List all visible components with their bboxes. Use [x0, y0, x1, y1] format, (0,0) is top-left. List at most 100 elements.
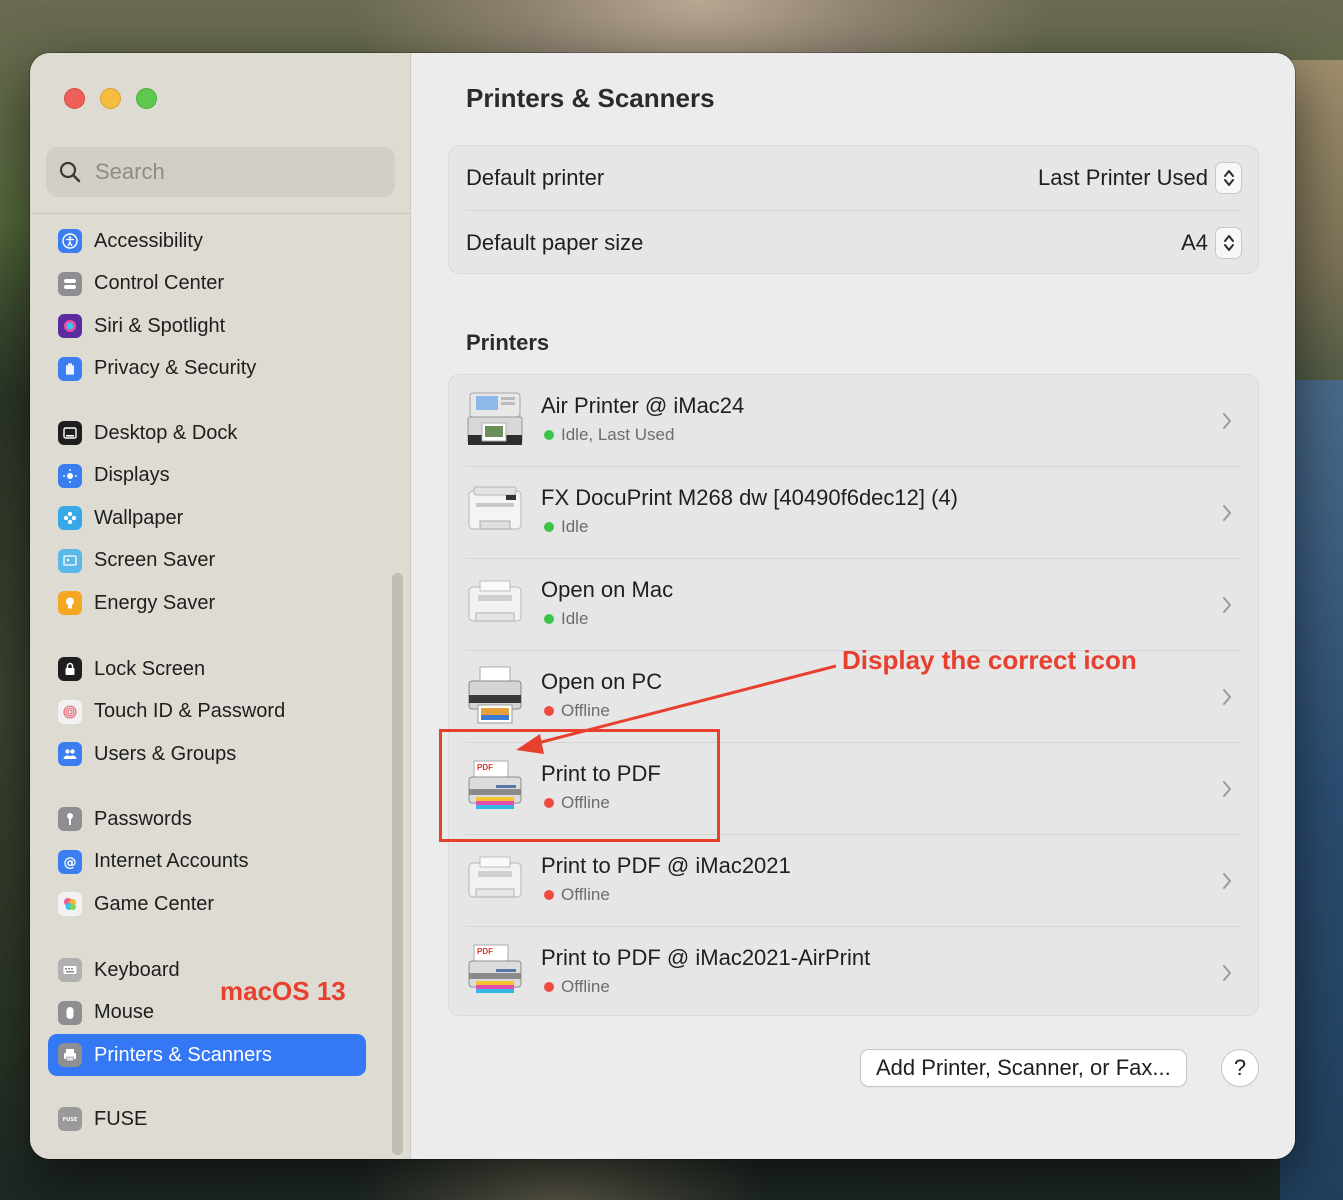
chevron-right-icon[interactable]	[1221, 595, 1233, 615]
printer-row[interactable]: Print to PDF @ iMac2021 Offline	[466, 835, 1241, 927]
sidebar-item-desktop-dock[interactable]: Desktop & Dock	[48, 412, 366, 454]
printer-status-text: Idle	[561, 609, 589, 628]
default-paper-size-value: A4	[1181, 230, 1208, 255]
sidebar-item-label: FUSE	[94, 1107, 148, 1130]
chevron-right-icon[interactable]	[1221, 687, 1233, 707]
status-dot-icon	[544, 982, 554, 992]
printer-status: Idle	[544, 517, 588, 537]
fuse-icon: FUSE	[58, 1107, 82, 1131]
default-paper-size-row[interactable]: Default paper size A4	[466, 211, 1241, 275]
sidebar: Search Accessibility Control Center Siri &…	[30, 53, 411, 1159]
sidebar-item-siri-spotlight[interactable]: Siri & Spotlight	[48, 305, 366, 347]
hand-icon	[58, 356, 82, 381]
sidebar-item-internet-accounts[interactable]: @ Internet Accounts	[48, 841, 366, 883]
minimize-button[interactable]	[100, 88, 121, 109]
multifunction-printer-icon	[466, 389, 524, 449]
chevron-updown-icon	[1223, 235, 1234, 251]
sidebar-item-fuse[interactable]: FUSE FUSE	[48, 1098, 366, 1140]
chevron-right-icon[interactable]	[1221, 503, 1233, 523]
photo-printer-icon	[466, 665, 524, 725]
screen-saver-icon	[58, 548, 82, 573]
printer-status: Offline	[544, 977, 610, 997]
status-dot-icon	[544, 522, 554, 532]
sidebar-item-touch-id-password[interactable]: Touch ID & Password	[48, 691, 366, 733]
sidebar-item-screen-saver[interactable]: Screen Saver	[48, 540, 366, 582]
svg-text:@: @	[64, 855, 77, 870]
sidebar-item-accessibility[interactable]: Accessibility	[48, 220, 366, 262]
printer-status-text: Idle	[561, 517, 589, 536]
printer-status-text: Offline	[561, 885, 610, 904]
window-controls	[64, 88, 157, 109]
sidebar-item-label: Screen Saver	[94, 549, 216, 571]
sidebar-item-printers-scanners[interactable]: Printers & Scanners	[48, 1034, 366, 1076]
printer-status-text: Idle, Last Used	[561, 425, 675, 444]
printer-row[interactable]: PDF Print to PDF @ iMac2021-AirPrint Offli…	[466, 927, 1241, 1019]
printer-status-text: Offline	[561, 977, 610, 996]
help-button[interactable]: ?	[1222, 1050, 1258, 1086]
sidebar-item-label: Internet Accounts	[94, 850, 249, 872]
accessibility-icon	[58, 229, 82, 253]
printer-status: Offline	[544, 885, 610, 905]
sidebar-item-privacy-security[interactable]: Privacy & Security	[48, 348, 366, 390]
macos-version-label: macOS 13	[220, 976, 346, 1006]
printer-name: Print to PDF @ iMac2021	[541, 853, 791, 878]
printer-icon	[58, 1043, 82, 1067]
sidebar-item-passwords[interactable]: Passwords	[48, 798, 366, 840]
sidebar-item-energy-saver[interactable]: Energy Saver	[48, 582, 366, 624]
sun-icon	[58, 463, 82, 488]
laser-printer-icon	[466, 481, 524, 541]
svg-text:PDF: PDF	[477, 947, 493, 956]
sidebar-item-label: Passwords	[94, 807, 192, 830]
users-icon	[58, 742, 82, 766]
chevron-right-icon[interactable]	[1221, 411, 1233, 431]
status-dot-icon	[544, 430, 554, 440]
fingerprint-icon	[58, 699, 82, 724]
sidebar-item-game-center[interactable]: Game Center	[48, 883, 366, 925]
printer-row[interactable]: Open on Mac Idle	[466, 559, 1241, 651]
search-input[interactable]: Search	[46, 147, 395, 197]
default-printer-value: Last Printer Used	[1038, 165, 1208, 190]
sidebar-item-label: Control Center	[94, 272, 225, 294]
printer-row[interactable]: FX DocuPrint M268 dw [40490f6dec12] (4) I…	[466, 467, 1241, 559]
sidebar-item-wallpaper[interactable]: Wallpaper	[48, 497, 366, 539]
printer-name: Open on Mac	[541, 577, 674, 602]
defaults-group: Default printer Last Printer Used Defaul…	[448, 145, 1259, 274]
sidebar-item-label: Lock Screen	[94, 657, 206, 680]
add-printer-button[interactable]: Add Printer, Scanner, or Fax...	[861, 1050, 1186, 1086]
status-dot-icon	[544, 614, 554, 624]
sidebar-item-users-groups[interactable]: Users & Groups	[48, 733, 366, 775]
annotation-highlight-box	[439, 729, 720, 842]
default-printer-popup[interactable]	[1216, 163, 1241, 193]
sidebar-scrollbar[interactable]	[392, 573, 403, 1155]
printer-name: Print to PDF @ iMac2021-AirPrint	[541, 945, 871, 970]
chevron-right-icon[interactable]	[1221, 963, 1233, 983]
printers-section-title: Printers	[466, 330, 550, 355]
sidebar-item-displays[interactable]: Displays	[48, 455, 366, 497]
sidebar-divider	[30, 213, 411, 214]
printer-status: Idle	[544, 609, 588, 629]
zoom-button[interactable]	[136, 88, 157, 109]
printer-status: Offline	[544, 701, 610, 721]
sidebar-item-label: Desktop & Dock	[94, 421, 238, 444]
sidebar-item-lock-screen[interactable]: Lock Screen	[48, 648, 366, 690]
sidebar-item-control-center[interactable]: Control Center	[48, 263, 366, 305]
default-printer-row[interactable]: Default printer Last Printer Used	[466, 146, 1241, 210]
close-button[interactable]	[64, 88, 85, 109]
game-center-icon	[58, 892, 82, 916]
sidebar-item-label: Energy Saver	[94, 591, 216, 614]
mouse-icon	[58, 1000, 82, 1025]
default-paper-size-popup[interactable]	[1216, 228, 1241, 258]
printer-name: Open on PC	[541, 669, 663, 694]
printer-name: FX DocuPrint M268 dw [40490f6dec12] (4)	[541, 485, 959, 510]
dock-icon	[58, 421, 82, 445]
wallpaper-cliff	[1290, 60, 1343, 400]
status-dot-icon	[544, 890, 554, 900]
chevron-right-icon[interactable]	[1221, 871, 1233, 891]
flower-icon	[58, 506, 82, 530]
chevron-right-icon[interactable]	[1221, 779, 1233, 799]
default-paper-size-label: Default paper size	[466, 230, 644, 255]
system-settings-window: Search Accessibility Control Center Siri &…	[30, 53, 1295, 1159]
printer-row[interactable]: Air Printer @ iMac24 Idle, Last Used	[466, 375, 1241, 467]
at-icon: @	[58, 849, 82, 874]
sidebar-item-label: Users & Groups	[94, 742, 237, 765]
